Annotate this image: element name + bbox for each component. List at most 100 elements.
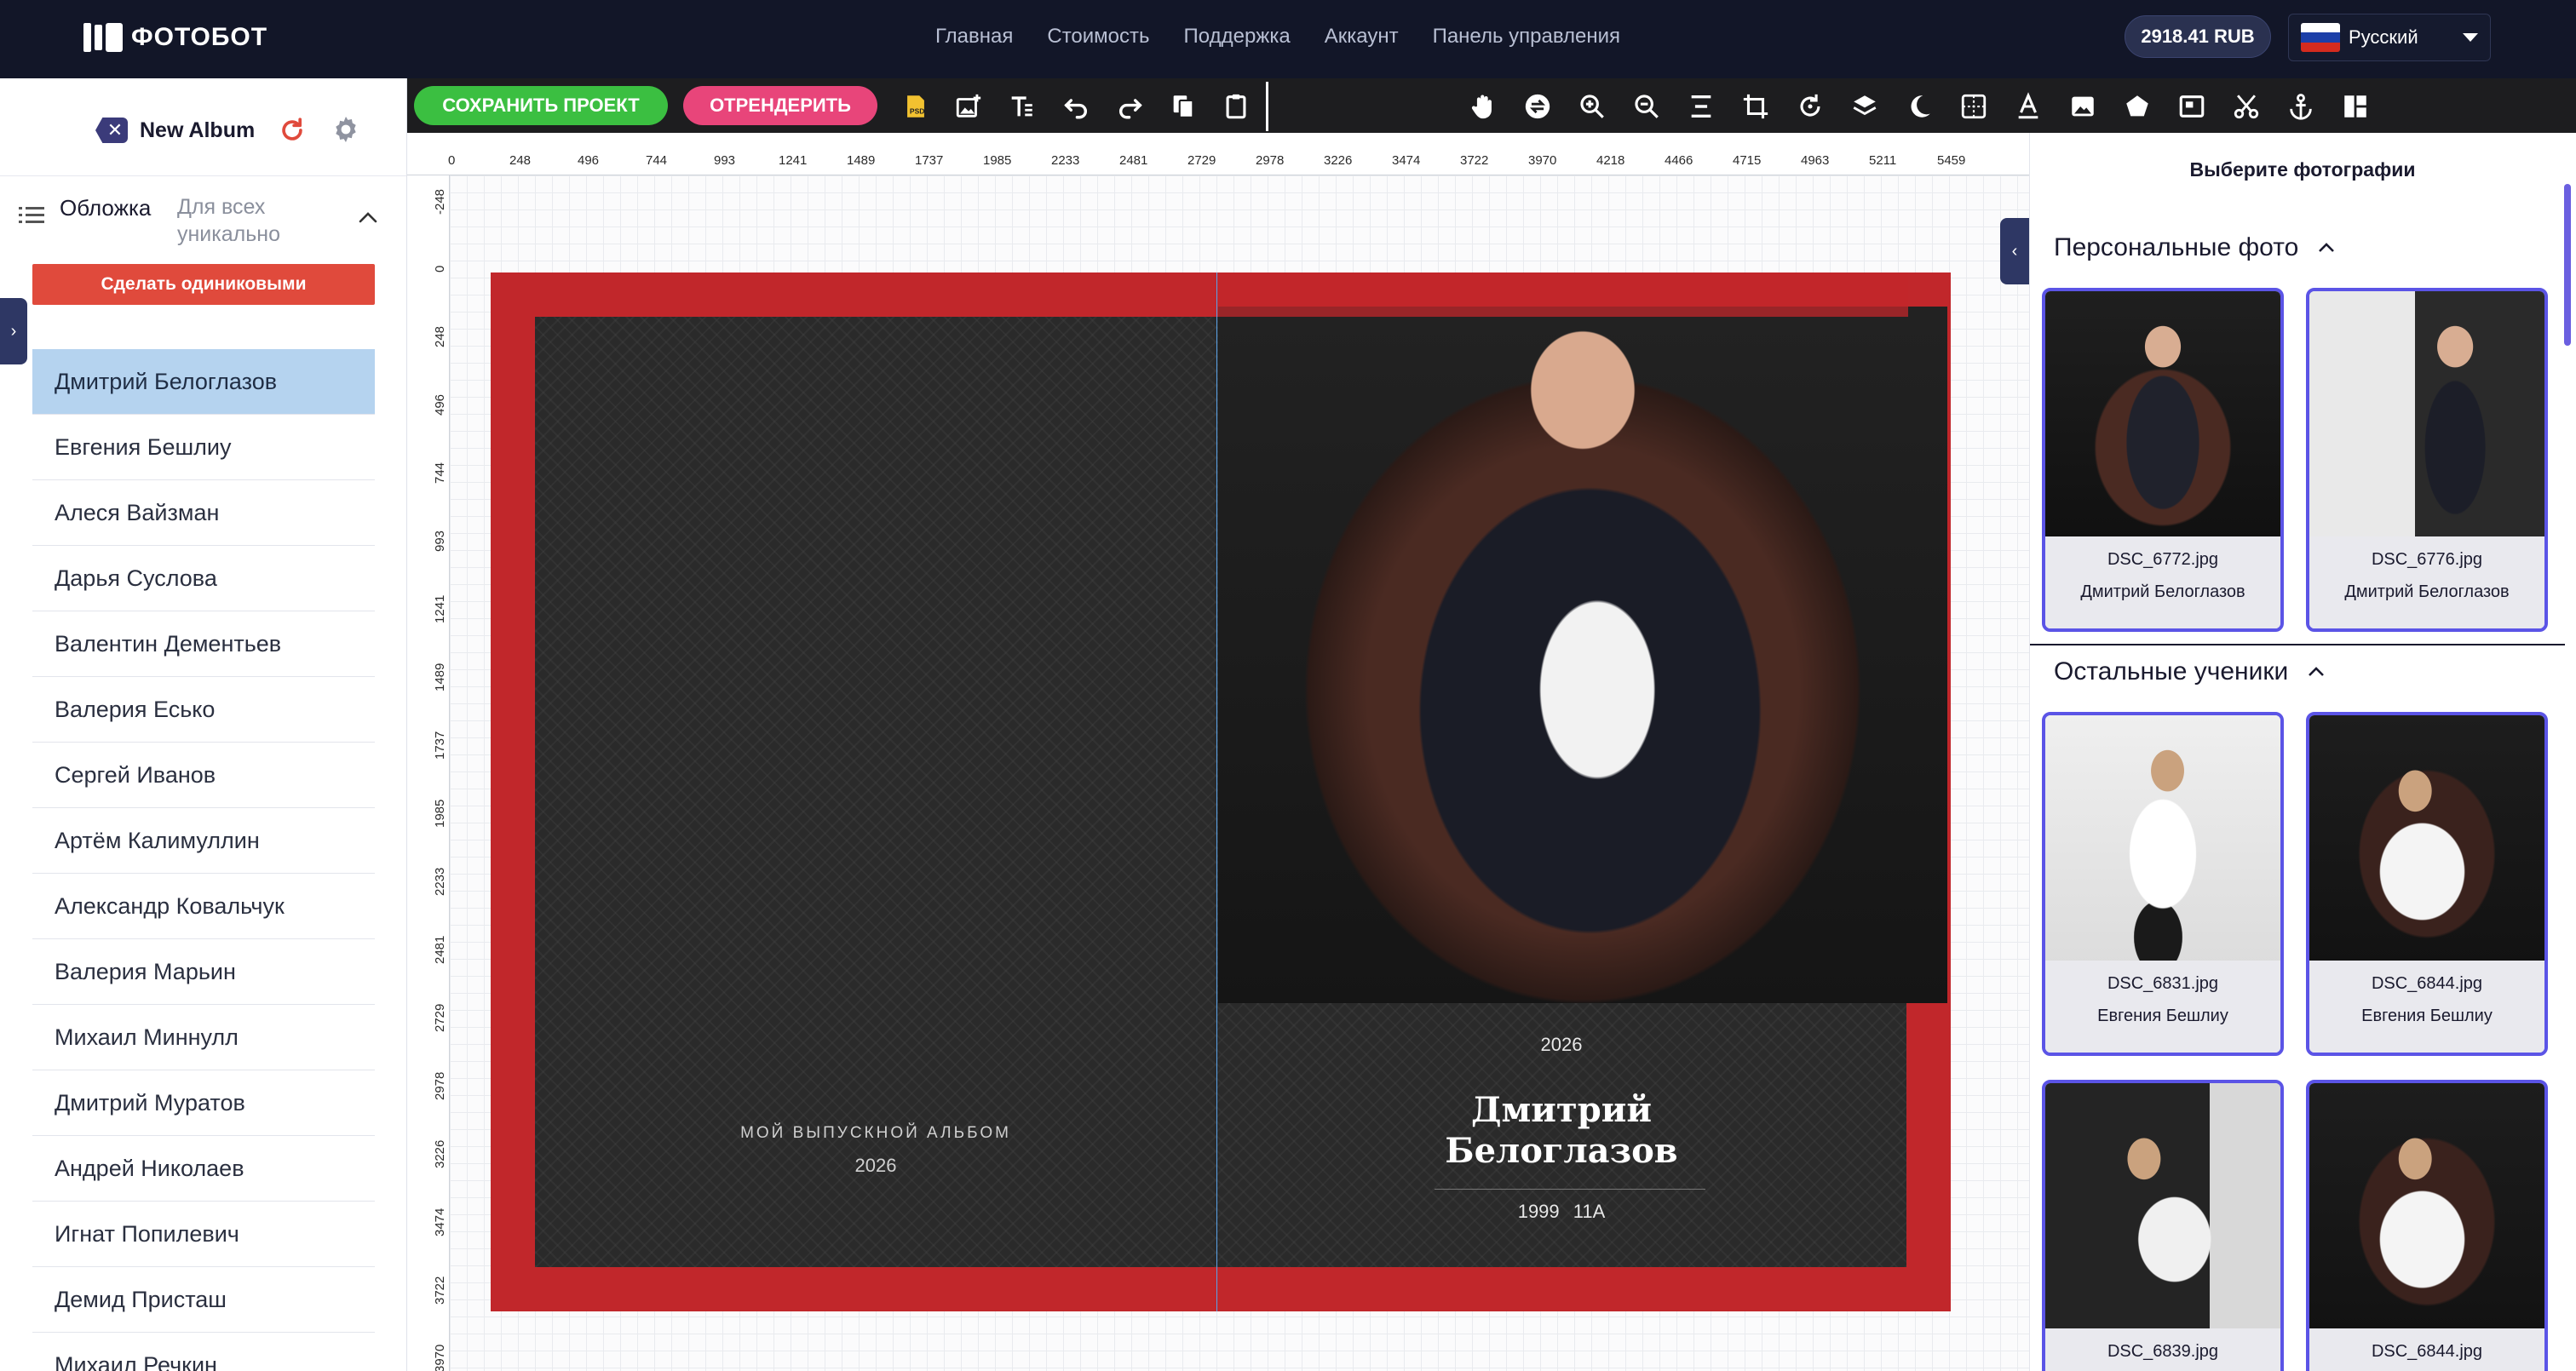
photo-thumb[interactable]: DSC_6772.jpg Дмитрий Белоглазов — [2042, 288, 2284, 632]
student-item[interactable]: Александр Ковальчук — [32, 874, 375, 939]
student-item[interactable]: Демид Присташ — [32, 1267, 375, 1333]
crop-icon[interactable] — [1739, 90, 1772, 123]
nav-link-dashboard[interactable]: Панель управления — [1433, 22, 1620, 51]
photo-caption: DSC_6831.jpg Евгения Бешлиу — [2045, 961, 2280, 1053]
paste-icon[interactable] — [1220, 90, 1252, 123]
panel-scrollbar[interactable] — [2564, 184, 2571, 346]
ruler-tick-label: 248 — [509, 153, 532, 168]
student-item[interactable]: Валентин Дементьев — [32, 611, 375, 677]
align-icon[interactable] — [1685, 90, 1717, 123]
editor-canvas[interactable]: МОЙ ВЫПУСКНОЙ АЛЬБОМ 2026 2026 Дмитрий Б… — [450, 175, 2029, 1371]
student-item[interactable]: Андрей Николаев — [32, 1136, 375, 1202]
rotate-icon[interactable] — [1794, 90, 1826, 123]
album-header: ✕ New Album — [95, 112, 255, 148]
student-item[interactable]: Артём Калимуллин — [32, 808, 375, 874]
student-first-name: Дмитрий — [1470, 1090, 1653, 1130]
close-album-icon[interactable]: ✕ — [95, 118, 128, 143]
student-meta[interactable]: 1999 11А — [1216, 1201, 1906, 1223]
cover-subtitle[interactable]: МОЙ ВЫПУСКНОЙ АЛЬБОМ — [535, 1124, 1216, 1143]
photo-thumb[interactable]: DSC_6844.jpg Евгения Бешлиу — [2306, 712, 2548, 1056]
sidebar-expand-toggle[interactable]: › — [0, 298, 27, 364]
student-item[interactable]: Дарья Суслова — [32, 546, 375, 611]
nav-link-home[interactable]: Главная — [935, 22, 1013, 51]
add-text-icon[interactable] — [1005, 90, 1038, 123]
layout-icon[interactable] — [2339, 90, 2372, 123]
refresh-icon[interactable] — [278, 116, 307, 145]
photo-student-name: Евгения Бешлиу — [2361, 1007, 2493, 1025]
ruler-tick-label: 2233 — [1051, 153, 1080, 168]
hand-icon[interactable] — [1467, 90, 1499, 123]
add-image-icon[interactable] — [952, 90, 985, 123]
brand-name: ФОТОБОТ — [131, 23, 268, 51]
scissors-icon[interactable] — [2230, 90, 2263, 123]
cover-section[interactable]: Обложка Для всех уникально — [0, 175, 406, 255]
ruler-tick-label: 496 — [578, 153, 600, 168]
student-item-active[interactable]: Дмитрий Белоглазов — [32, 349, 375, 415]
grid-icon[interactable] — [1958, 90, 1990, 123]
student-item[interactable]: Евгения Бешлиу — [32, 415, 375, 480]
ruler-tick-label: 496 — [433, 393, 447, 416]
save-project-button[interactable]: СОХРАНИТЬ ПРОЕКТ — [414, 86, 668, 125]
redo-icon[interactable] — [1114, 90, 1147, 123]
moon-icon[interactable] — [1903, 90, 1935, 123]
portrait-photo[interactable] — [1218, 307, 1947, 1003]
nav-link-support[interactable]: Поддержка — [1184, 22, 1291, 51]
ruler-tick-label: 1489 — [433, 663, 447, 691]
other-students-header[interactable]: Остальные ученики — [2054, 657, 2326, 686]
swap-icon[interactable] — [1521, 90, 1554, 123]
gear-icon[interactable] — [331, 114, 361, 145]
ruler-vertical: -248 0 248 496 744 993 1241 1489 1737 1985 2233 248… — [407, 175, 450, 1371]
chevron-up-icon[interactable] — [358, 210, 378, 224]
photo-student-name: Дмитрий Белоглазов — [2344, 582, 2510, 601]
student-year[interactable]: 2026 — [1216, 1034, 1906, 1056]
album-spread[interactable]: МОЙ ВЫПУСКНОЙ АЛЬБОМ 2026 2026 Дмитрий Б… — [491, 272, 1951, 1311]
undo-icon[interactable] — [1060, 90, 1092, 123]
photo-thumb[interactable]: DSC_6844.jpg — [2306, 1080, 2548, 1371]
ruler-tick-label: 5211 — [1869, 153, 1897, 168]
student-item[interactable]: Михаил Миннулл — [32, 1005, 375, 1070]
balance-badge[interactable]: 2918.41 RUB — [2125, 15, 2271, 58]
student-item[interactable]: Валерия Марьин — [32, 939, 375, 1005]
make-same-button[interactable]: Сделать одиниковыми — [32, 264, 375, 305]
layers-icon[interactable] — [1849, 90, 1881, 123]
editor-toolbar: СОХРАНИТЬ ПРОЕКТ ОТРЕНДЕРИТЬ PSD — [407, 78, 2576, 133]
student-item[interactable]: Валерия Есько — [32, 677, 375, 743]
frame-icon[interactable] — [2176, 90, 2208, 123]
anchor-icon[interactable] — [2285, 90, 2317, 123]
photo-thumb[interactable]: DSC_6839.jpg — [2042, 1080, 2284, 1371]
student-name[interactable]: Дмитрий Белоглазов — [1216, 1090, 1906, 1172]
photo-thumb[interactable]: DSC_6776.jpg Дмитрий Белоглазов — [2306, 288, 2548, 632]
copy-icon[interactable] — [1167, 90, 1199, 123]
render-button[interactable]: ОТРЕНДЕРИТЬ — [683, 86, 877, 125]
student-item[interactable]: Игнат Попилевич — [32, 1202, 375, 1267]
student-item[interactable]: Алеся Вайзман — [32, 480, 375, 546]
psd-icon[interactable]: PSD — [900, 90, 932, 123]
language-select[interactable]: Русский — [2288, 14, 2491, 61]
cover-year[interactable]: 2026 — [535, 1155, 1216, 1177]
right-panel-toggle[interactable]: ‹ — [2000, 218, 2029, 284]
image-icon[interactable] — [2067, 90, 2099, 123]
text-color-icon[interactable] — [2012, 90, 2044, 123]
student-item[interactable]: Михаил Речкин — [32, 1333, 375, 1371]
zoom-out-icon[interactable] — [1630, 90, 1663, 123]
ruler-tick-label: 1241 — [779, 153, 808, 168]
nav-link-pricing[interactable]: Стоимость — [1047, 22, 1149, 51]
ruler-tick-label: 2481 — [1119, 153, 1148, 168]
top-navbar: ФОТОБОТ Главная Стоимость Поддержка Акка… — [0, 0, 2576, 78]
ruler-tick-label: 2481 — [433, 935, 447, 964]
ruler-tick-label: 4218 — [1596, 153, 1625, 168]
ruler-tick-label: 2729 — [433, 1003, 447, 1032]
student-item[interactable]: Дмитрий Муратов — [32, 1070, 375, 1136]
ruler-tick-label: 4963 — [1801, 153, 1830, 168]
nav-link-account[interactable]: Аккаунт — [1325, 22, 1399, 51]
ruler-tick-label: 993 — [714, 153, 736, 168]
ruler-tick-label: 3722 — [433, 1276, 447, 1305]
photo-filename: DSC_6839.jpg — [2107, 1342, 2219, 1361]
photo-thumb[interactable]: DSC_6831.jpg Евгения Бешлиу — [2042, 712, 2284, 1056]
student-item[interactable]: Сергей Иванов — [32, 743, 375, 808]
personal-photos-header[interactable]: Персональные фото — [2054, 233, 2336, 262]
brand-logo[interactable]: ФОТОБОТ — [83, 20, 267, 54]
pentagon-icon[interactable] — [2121, 90, 2153, 123]
photo-filename: DSC_6831.jpg — [2107, 974, 2219, 993]
zoom-in-icon[interactable] — [1576, 90, 1608, 123]
